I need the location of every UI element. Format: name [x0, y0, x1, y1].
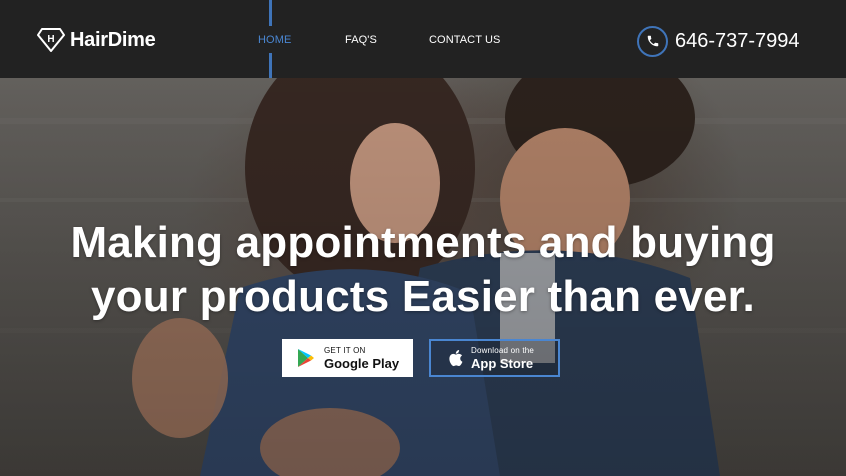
hero-headline: Making appointments and buying your prod… — [0, 216, 846, 324]
nav-faqs[interactable]: FAQ'S — [345, 33, 377, 47]
brand-name: HairDime — [70, 29, 156, 51]
phone-contact[interactable]: 646-737-7994 — [637, 25, 800, 57]
site-header: H HairDime HOME FAQ'S CONTACT US 646-737… — [0, 0, 846, 78]
google-play-small-label: GET IT ON — [324, 345, 366, 355]
google-play-button[interactable]: GET IT ON Google Play — [282, 339, 413, 377]
nav-contact-us[interactable]: CONTACT US — [429, 33, 501, 47]
nav-divider-top — [269, 0, 272, 26]
google-play-label: Google Play — [324, 355, 400, 371]
nav-divider-bottom — [269, 53, 272, 78]
nav-home[interactable]: HOME — [258, 33, 291, 47]
hero-section: Making appointments and buying your prod… — [0, 78, 846, 476]
apple-icon — [446, 349, 464, 367]
app-store-label: App Store — [471, 355, 534, 371]
app-store-button[interactable]: Download on the App Store — [429, 339, 560, 377]
diamond-logo-icon: H — [37, 27, 65, 53]
headline-line-1: Making appointments and buying — [70, 218, 776, 267]
logo-letter: H — [47, 34, 54, 45]
brand-logo[interactable]: H HairDime — [37, 26, 156, 54]
app-store-small-label: Download on the — [471, 345, 535, 355]
phone-number: 646-737-7994 — [675, 30, 800, 52]
headline-line-2: your products Easier than ever. — [91, 272, 755, 321]
phone-icon — [637, 25, 668, 57]
google-play-icon — [295, 348, 317, 368]
